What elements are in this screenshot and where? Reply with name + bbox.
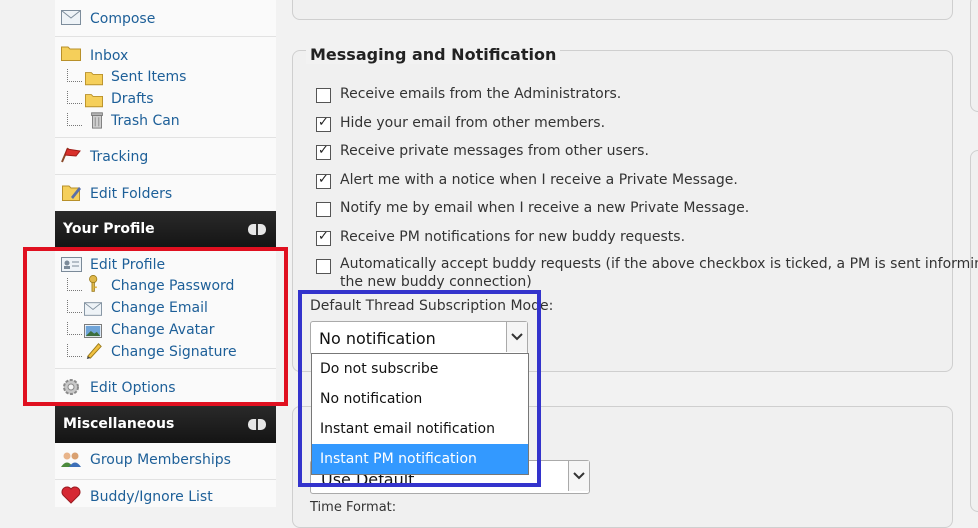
sidebar-item-edit-folders[interactable]: Edit Folders	[55, 175, 276, 212]
checkbox-label: Receive PM notifications for new buddy r…	[340, 229, 686, 245]
group-memberships-link[interactable]: Group Memberships	[90, 452, 231, 468]
sidebar-item-compose[interactable]: Compose	[55, 0, 276, 37]
time-format-label: Time Format:	[310, 500, 397, 515]
tree-connector	[67, 91, 82, 104]
checkbox-pm-alert[interactable]	[316, 172, 331, 189]
section-title-messaging: Messaging and Notification	[306, 45, 561, 64]
panel-top	[292, 0, 953, 20]
group-icon	[61, 452, 81, 467]
checkbox-pm-email-notify[interactable]	[316, 202, 331, 217]
trash-can-icon	[91, 112, 103, 129]
section-title: Miscellaneous	[63, 416, 175, 432]
checkbox-buddy-pm[interactable]	[316, 229, 331, 246]
sidebar-item-drafts[interactable]: Drafts	[67, 91, 276, 113]
folder-icon	[61, 46, 81, 61]
sidebar-item-trash-can[interactable]: Trash Can	[67, 112, 276, 135]
inbox-link[interactable]: Inbox	[90, 48, 128, 64]
collapse-toggle-icon[interactable]	[248, 419, 266, 430]
envelope-icon	[61, 10, 81, 25]
checkbox-label: Alert me with a notice when I receive a …	[340, 172, 738, 188]
sent-items-link[interactable]: Sent Items	[111, 69, 186, 85]
flag-icon	[61, 147, 81, 163]
edit-folders-link[interactable]: Edit Folders	[90, 186, 172, 202]
checkbox-label: Receive emails from the Administrators.	[340, 86, 622, 102]
panel-right-edge	[970, 150, 978, 512]
chevron-down-icon[interactable]	[568, 461, 589, 491]
checkbox-auto-accept-buddy[interactable]	[316, 259, 331, 274]
checkbox-label: Notify me by email when I receive a new …	[340, 200, 750, 216]
panel-right-edge	[970, 0, 978, 112]
section-title: Your Profile	[63, 221, 155, 237]
section-header-miscellaneous[interactable]: Miscellaneous	[55, 406, 276, 443]
compose-link[interactable]: Compose	[90, 11, 155, 27]
tracking-link[interactable]: Tracking	[90, 149, 148, 165]
sidebar-group-inbox: Inbox Sent Items Drafts Trash Can	[55, 37, 276, 138]
tree-connector	[67, 69, 82, 82]
heart-icon	[61, 486, 81, 504]
edit-folder-icon	[62, 185, 81, 201]
checkbox-label: Hide your email from other members.	[340, 115, 606, 131]
folder-icon	[85, 72, 103, 86]
sidebar-item-buddy-ignore[interactable]: Buddy/Ignore List	[55, 480, 276, 516]
trash-can-link[interactable]: Trash Can	[111, 113, 180, 129]
checkbox-label: Automatically accept buddy requests (if …	[340, 256, 978, 272]
drafts-link[interactable]: Drafts	[111, 91, 154, 107]
section-header-your-profile[interactable]: Your Profile	[55, 211, 276, 248]
highlight-box-subscription	[298, 290, 541, 487]
folder-icon	[85, 94, 103, 108]
checkbox-admin-emails[interactable]	[316, 88, 331, 103]
checkbox-receive-pm[interactable]	[316, 143, 331, 160]
collapse-toggle-icon[interactable]	[248, 224, 266, 235]
highlight-box-profile	[23, 247, 288, 406]
buddy-ignore-link[interactable]: Buddy/Ignore List	[90, 489, 213, 505]
sidebar-item-sent-items[interactable]: Sent Items	[67, 69, 276, 91]
checkbox-hide-email[interactable]	[316, 115, 331, 132]
sidebar-item-tracking[interactable]: Tracking	[55, 138, 276, 175]
checkbox-label-continued: the new buddy connection)	[340, 274, 532, 290]
checkbox-label: Receive private messages from other user…	[340, 143, 649, 159]
tree-connector	[67, 113, 82, 126]
sidebar-item-group-memberships[interactable]: Group Memberships	[55, 443, 276, 480]
